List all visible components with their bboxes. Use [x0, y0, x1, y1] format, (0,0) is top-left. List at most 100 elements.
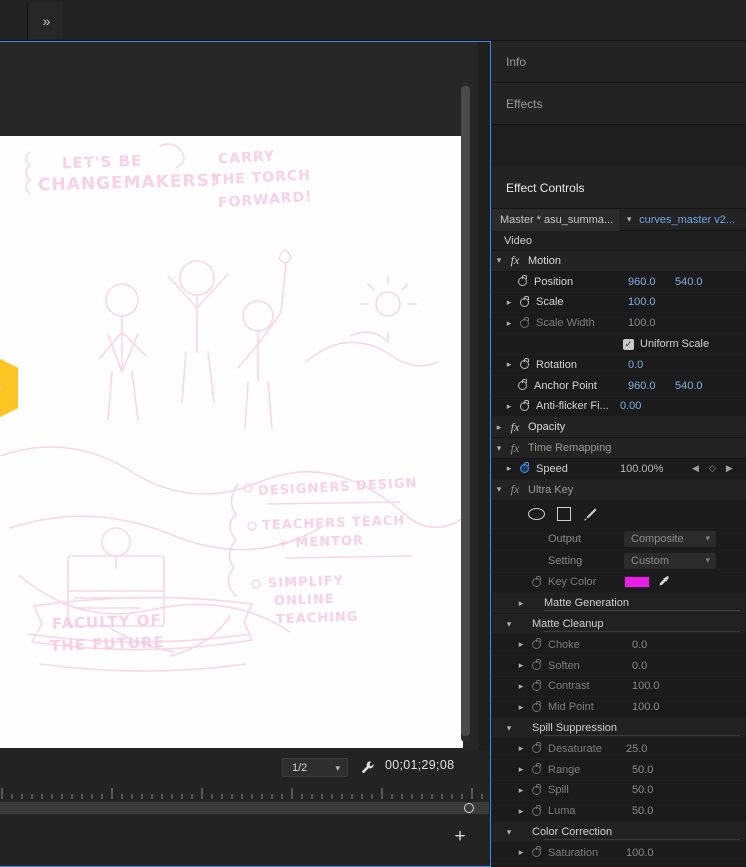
settings-wrench-button[interactable]	[358, 757, 378, 777]
param-value-mid-point[interactable]: 100.0	[632, 701, 660, 713]
playhead-timecode[interactable]: 00;01;29;08	[385, 758, 454, 772]
param-value-spill[interactable]: 50.0	[632, 784, 653, 796]
stopwatch-toggle-anti-flicker[interactable]	[516, 399, 532, 411]
param-row-scale-width[interactable]: ▸ Scale Width 100.0	[492, 313, 746, 335]
chevron-down-icon[interactable]: ▾	[619, 214, 639, 225]
master-clip-selector[interactable]: Master * asu_summa...	[492, 208, 620, 231]
video-section-header[interactable]: Video	[492, 231, 746, 251]
stopwatch-toggle-desaturate[interactable]	[528, 742, 544, 754]
param-row-position[interactable]: Position 960.0 540.0	[492, 271, 746, 293]
param-row-mid-point[interactable]: ▸ Mid Point 100.0	[492, 697, 746, 719]
param-value-position-y[interactable]: 540.0	[675, 276, 703, 288]
param-row-speed[interactable]: ▸ Speed 100.00% ◀ ◇ ▶	[492, 458, 746, 480]
param-value-rotation[interactable]: 0.0	[628, 359, 643, 371]
twirl-right-icon[interactable]: ▸	[514, 639, 528, 650]
stopwatch-toggle-scale-width[interactable]	[516, 316, 532, 328]
param-value-position-x[interactable]: 960.0	[628, 276, 656, 288]
effect-header-ultra-key[interactable]: ▾ fx Ultra Key	[492, 479, 746, 501]
stopwatch-toggle-soften[interactable]	[528, 659, 544, 671]
param-row-key-color[interactable]: Key Color	[492, 572, 746, 594]
group-header-color-correction[interactable]: ▾ Color Correction	[492, 822, 746, 843]
stopwatch-toggle-range[interactable]	[528, 763, 544, 775]
twirl-down-icon[interactable]: ▾	[492, 255, 506, 266]
stopwatch-toggle-rotation[interactable]	[516, 358, 532, 370]
stopwatch-toggle-spill[interactable]	[528, 783, 544, 795]
stopwatch-toggle-choke[interactable]	[528, 638, 544, 650]
param-row-anti-flicker[interactable]: ▸ Anti-flicker Fi... 0.00	[492, 396, 746, 418]
param-value-desaturate[interactable]: 25.0	[626, 743, 647, 755]
button-editor-plus[interactable]: +	[451, 827, 469, 846]
twirl-right-icon[interactable]: ▸	[514, 702, 528, 713]
twirl-right-icon[interactable]: ▸	[514, 785, 528, 796]
effect-header-motion[interactable]: ▾ fx Motion	[492, 251, 746, 272]
param-row-choke[interactable]: ▸ Choke 0.0	[492, 634, 746, 656]
param-row-spill[interactable]: ▸ Spill 50.0	[492, 780, 746, 802]
param-value-soften[interactable]: 0.0	[632, 660, 647, 672]
twirl-right-icon[interactable]: ▸	[502, 359, 516, 370]
param-row-rotation[interactable]: ▸ Rotation 0.0	[492, 354, 746, 376]
next-keyframe-icon[interactable]: ▶	[726, 463, 733, 474]
add-keyframe-icon[interactable]: ◇	[709, 463, 716, 474]
twirl-right-icon[interactable]: ▸	[492, 422, 506, 433]
ellipse-mask-icon[interactable]	[528, 508, 545, 521]
stopwatch-toggle-contrast[interactable]	[528, 679, 544, 691]
twirl-down-icon[interactable]: ▾	[492, 484, 506, 495]
param-row-contrast[interactable]: ▸ Contrast 100.0	[492, 676, 746, 698]
twirl-right-icon[interactable]: ▸	[514, 681, 528, 692]
effect-parameter-list[interactable]: ▾ fx Motion Position 960.0 540.0 ▸ Scale	[492, 251, 746, 867]
group-header-spill-suppression[interactable]: ▾ Spill Suppression	[492, 718, 746, 739]
stopwatch-toggle-saturation[interactable]	[528, 846, 544, 858]
eyedropper-icon[interactable]	[657, 575, 671, 589]
previous-keyframe-icon[interactable]: ◀	[692, 463, 699, 474]
tab-effect-controls[interactable]: Effect Controls	[492, 167, 746, 209]
param-row-setting[interactable]: Setting Custom ▾	[492, 550, 746, 573]
key-color-swatch[interactable]	[624, 576, 650, 589]
twirl-right-icon[interactable]: ▸	[514, 660, 528, 671]
param-row-luma[interactable]: ▸ Luma 50.0	[492, 801, 746, 823]
param-value-luma[interactable]: 50.0	[632, 805, 653, 817]
zoom-scrollbar[interactable]	[0, 802, 489, 814]
group-header-matte-cleanup[interactable]: ▾ Matte Cleanup	[492, 614, 746, 635]
param-value-saturation[interactable]: 100.0	[626, 847, 654, 859]
twirl-right-icon[interactable]: ▸	[502, 401, 516, 412]
rect-mask-icon[interactable]	[557, 507, 571, 522]
uniform-scale-checkbox[interactable]: ✓	[623, 338, 634, 350]
param-row-range[interactable]: ▸ Range 50.0	[492, 759, 746, 781]
param-row-uniform-scale[interactable]: ✓ Uniform Scale	[492, 334, 746, 355]
stopwatch-toggle-anchor-point[interactable]	[514, 379, 530, 391]
twirl-right-icon[interactable]: ▸	[502, 463, 516, 474]
param-value-range[interactable]: 50.0	[632, 764, 653, 776]
twirl-down-icon[interactable]: ▾	[502, 827, 516, 838]
param-value-speed[interactable]: 100.00%	[620, 463, 663, 475]
playback-resolution-select[interactable]: 1/2 ▾	[282, 758, 348, 777]
tab-info[interactable]: Info	[492, 41, 746, 83]
param-value-choke[interactable]: 0.0	[632, 639, 647, 651]
twirl-right-icon[interactable]: ▸	[514, 743, 528, 754]
param-value-anchor-x[interactable]: 960.0	[628, 380, 656, 392]
effect-header-opacity[interactable]: ▸ fx Opacity	[492, 417, 746, 439]
timeline-ruler[interactable]	[0, 785, 489, 803]
group-header-matte-generation[interactable]: ▸ Matte Generation	[492, 593, 746, 615]
param-value-contrast[interactable]: 100.0	[632, 680, 660, 692]
param-value-scale[interactable]: 100.0	[628, 296, 656, 308]
stopwatch-toggle-key-color[interactable]	[528, 575, 544, 587]
twirl-right-icon[interactable]: ▸	[514, 598, 528, 609]
param-row-scale[interactable]: ▸ Scale 100.0	[492, 292, 746, 314]
pen-mask-icon[interactable]	[583, 507, 598, 522]
param-value-anchor-y[interactable]: 540.0	[675, 380, 703, 392]
twirl-down-icon[interactable]: ▾	[502, 619, 516, 630]
twirl-down-icon[interactable]: ▾	[492, 443, 506, 454]
param-value-anti-flicker[interactable]: 0.00	[620, 400, 641, 412]
output-select[interactable]: Composite ▾	[624, 531, 716, 548]
panel-overflow-button[interactable]: »	[30, 2, 62, 39]
stopwatch-toggle-luma[interactable]	[528, 804, 544, 816]
param-row-soften[interactable]: ▸ Soften 0.0	[492, 655, 746, 677]
sequence-name[interactable]: curves_master v2...	[639, 214, 735, 226]
twirl-right-icon[interactable]: ▸	[514, 847, 528, 858]
effect-header-time-remapping[interactable]: ▾ fx Time Remapping	[492, 438, 746, 459]
monitor-scrollbar[interactable]	[461, 82, 470, 742]
stopwatch-toggle-scale[interactable]	[516, 295, 532, 307]
zoom-scrollbar-handle[interactable]	[464, 803, 474, 813]
twirl-right-icon[interactable]: ▸	[502, 297, 516, 308]
monitor-scrollbar-thumb[interactable]	[461, 86, 470, 736]
